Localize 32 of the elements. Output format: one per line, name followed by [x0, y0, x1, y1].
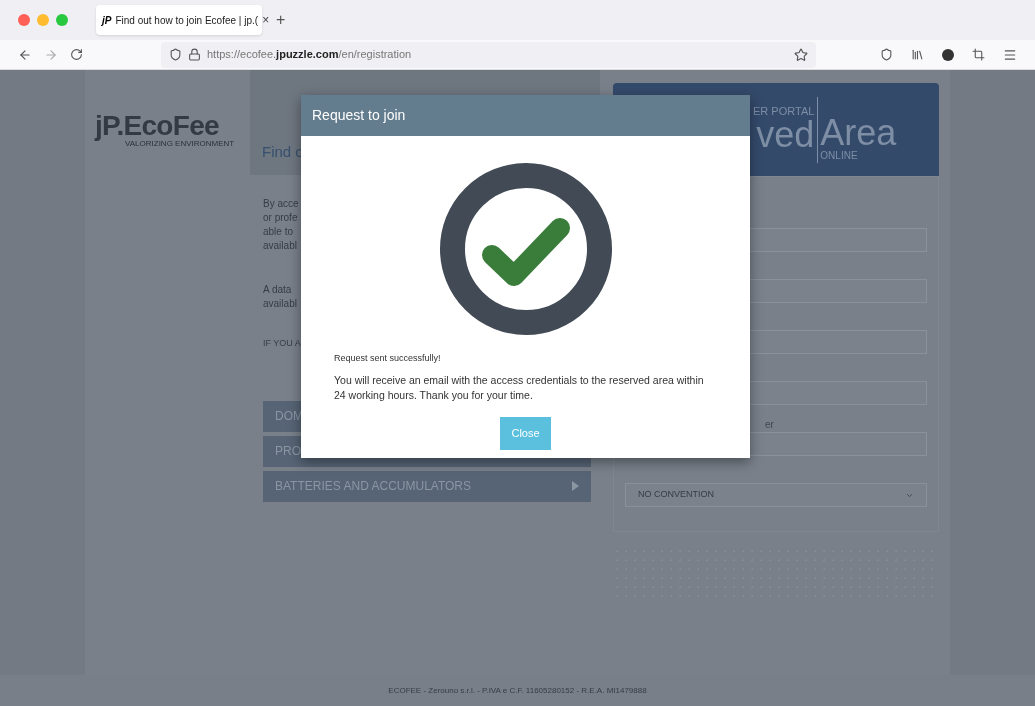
- close-tab-button[interactable]: ×: [262, 11, 270, 29]
- portal-tag: ONLINE: [820, 150, 897, 161]
- shield-icon[interactable]: [169, 48, 182, 61]
- field-label: er: [765, 418, 774, 432]
- paragraph-line: availabl: [263, 297, 298, 311]
- paragraph-line: By acce: [263, 197, 300, 211]
- back-icon[interactable]: [18, 47, 32, 62]
- paragraph-line: or profe: [263, 211, 299, 225]
- site-favicon: jP: [102, 13, 112, 28]
- extension-icon[interactable]: [942, 48, 954, 61]
- reload-icon[interactable]: [70, 48, 83, 61]
- paragraph-line: A data: [263, 283, 293, 297]
- new-tab-button[interactable]: +: [276, 8, 286, 32]
- portal-title: ved: [756, 117, 815, 153]
- bookmark-star-icon[interactable]: [794, 47, 808, 62]
- paragraph-line: availabl: [263, 239, 298, 253]
- tab-title: Find out how to join Ecofee | jp.(: [115, 13, 259, 28]
- crop-icon[interactable]: [972, 48, 985, 61]
- library-icon[interactable]: [911, 48, 924, 61]
- message-title: Request sent successfully!: [334, 352, 442, 365]
- url-text: https://ecofee.jpuzzle.com/en/registration: [207, 47, 412, 63]
- logo-tagline: VALORIZING ENVIRONMENT: [125, 140, 236, 148]
- success-check-icon: [439, 163, 612, 335]
- paragraph-line: able to: [263, 225, 295, 239]
- portal-title: Area: [820, 114, 897, 151]
- site-logo[interactable]: jP.EcoFee VALORIZING ENVIRONMENT: [95, 112, 250, 148]
- menu-icon[interactable]: [1003, 47, 1017, 62]
- portal-subtitle: ER PORTAL: [753, 106, 815, 117]
- modal-title: Request to join: [312, 106, 406, 125]
- address-bar[interactable]: https://ecofee.jpuzzle.com/en/registration: [161, 41, 816, 68]
- lock-icon[interactable]: [188, 48, 201, 61]
- message-text: You will receive an email with the access credentials to the reserved area within 24 working hours. Thank you for your time.: [334, 372, 705, 403]
